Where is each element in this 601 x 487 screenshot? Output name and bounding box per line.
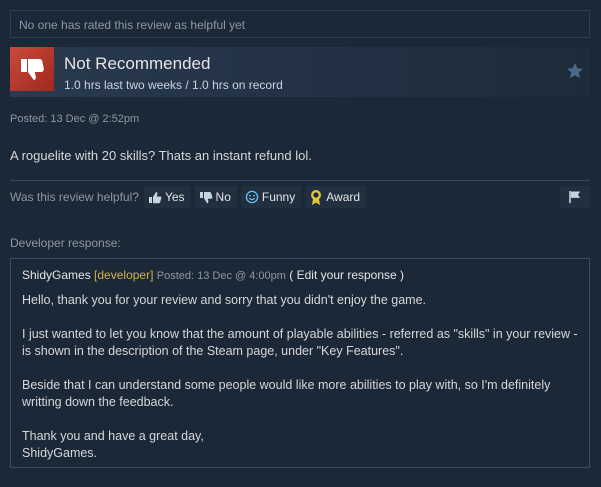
- award-button[interactable]: Award: [305, 186, 367, 208]
- review-header: Not Recommended 1.0 hrs last two weeks /…: [10, 47, 590, 97]
- vote-no-button[interactable]: No: [194, 186, 237, 208]
- developer-response-body: Hello, thank you for your review and sor…: [22, 292, 578, 462]
- flag-icon: [569, 191, 580, 203]
- thumbs-up-icon: [148, 191, 162, 203]
- developer-paragraph: Thank you and have a great day, ShidyGam…: [22, 429, 204, 460]
- developer-response-label: Developer response:: [10, 236, 121, 250]
- developer-paragraph: Beside that I can understand some people…: [22, 378, 551, 409]
- vote-question: Was this review helpful?: [10, 190, 139, 204]
- divider: [10, 180, 590, 181]
- award-label: Award: [326, 190, 361, 204]
- review-body: A roguelite with 20 skills? Thats an ins…: [10, 148, 312, 163]
- developer-tag: [developer]: [94, 268, 154, 282]
- vote-yes-label: Yes: [164, 190, 185, 204]
- report-button[interactable]: [560, 186, 590, 208]
- helpful-count-banner: No one has rated this review as helpful …: [10, 10, 590, 38]
- vote-yes-button[interactable]: Yes: [143, 186, 191, 208]
- thumbs-down-icon: [10, 47, 54, 91]
- developer-name[interactable]: ShidyGames: [22, 268, 91, 282]
- developer-response-header: ShidyGames [developer] Posted: 13 Dec @ …: [22, 268, 578, 283]
- developer-posted-date: Posted: 13 Dec @ 4:00pm: [156, 270, 286, 282]
- review-verdict-title[interactable]: Not Recommended: [64, 54, 210, 74]
- vote-no-label: No: [215, 190, 231, 204]
- review-playtime: 1.0 hrs last two weeks / 1.0 hrs on reco…: [64, 78, 283, 92]
- review-posted-date: Posted: 13 Dec @ 2:52pm: [10, 113, 140, 125]
- star-icon[interactable]: [566, 62, 584, 80]
- developer-paragraph: I just wanted to let you know that the a…: [22, 327, 578, 358]
- award-icon: [311, 189, 322, 205]
- smiley-icon: [245, 190, 259, 204]
- edit-response-link[interactable]: ( Edit your response ): [289, 268, 404, 282]
- developer-response-box: ShidyGames [developer] Posted: 13 Dec @ …: [10, 258, 590, 468]
- thumbs-down-icon: [199, 191, 212, 203]
- vote-funny-button[interactable]: Funny: [240, 186, 302, 208]
- vote-row: Was this review helpful? Yes No Funny Aw…: [10, 186, 590, 208]
- vote-funny-label: Funny: [261, 190, 296, 204]
- developer-paragraph: Hello, thank you for your review and sor…: [22, 293, 426, 307]
